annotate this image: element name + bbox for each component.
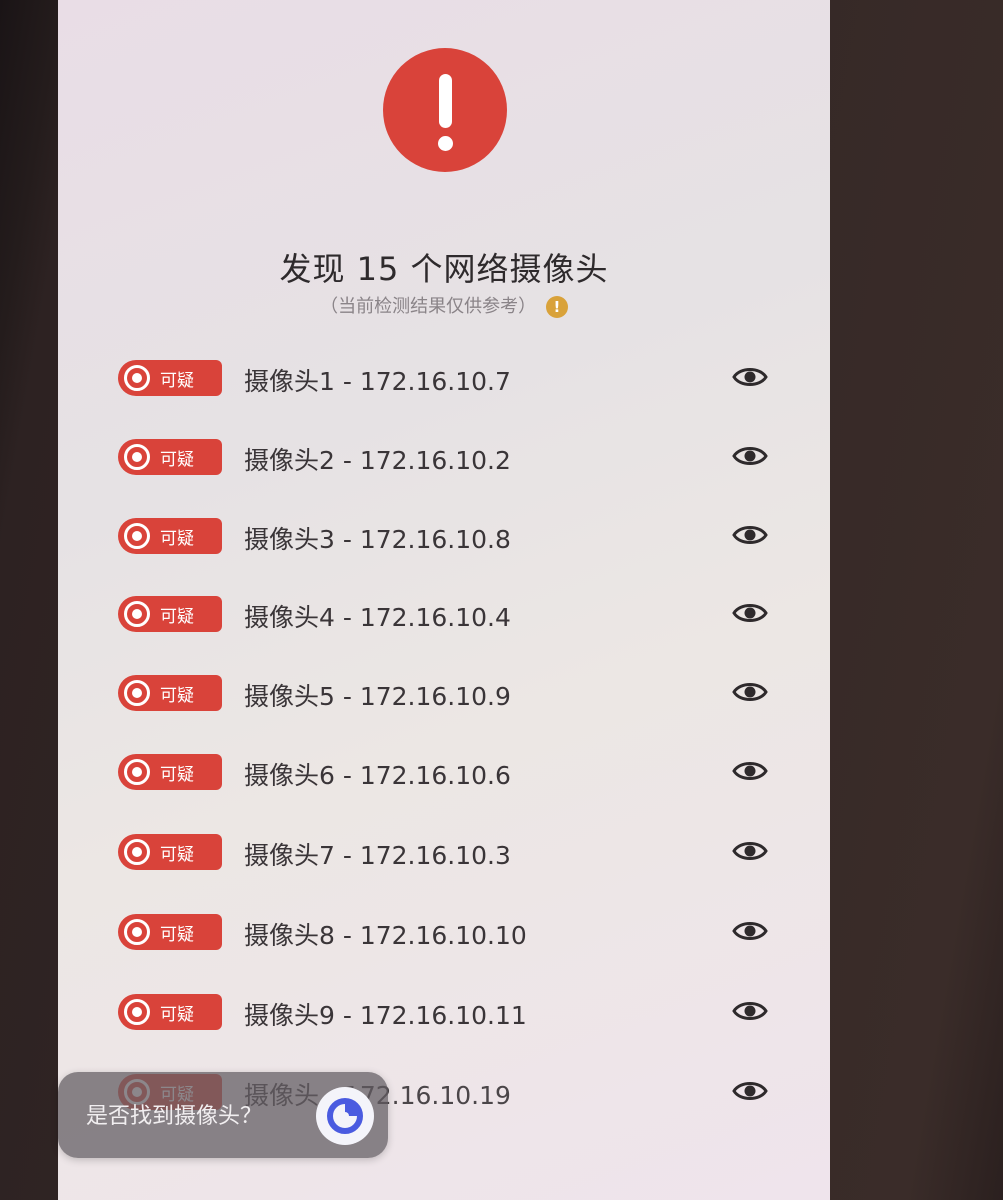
subtitle: （当前检测结果仅供参考） !	[58, 292, 830, 318]
subtitle-text: （当前检测结果仅供参考）	[320, 296, 537, 317]
eye-icon[interactable]	[732, 998, 768, 1024]
camera-label: 摄像头6 - 172.16.10.6	[244, 761, 511, 790]
camera-row[interactable]: 可疑 摄像头2 - 172.16.10.2	[58, 437, 830, 477]
eye-icon[interactable]	[732, 838, 768, 864]
assistant-logo-icon[interactable]	[316, 1087, 374, 1145]
camera-lens-icon	[124, 523, 150, 549]
camera-lens-icon	[124, 919, 150, 945]
camera-label: 摄像头8 - 172.16.10.10	[244, 921, 527, 950]
suspicious-tag-label: 可疑	[160, 924, 194, 945]
camera-lens-icon	[124, 601, 150, 627]
suspicious-tag-label: 可疑	[160, 606, 194, 627]
camera-row[interactable]: 可疑 摄像头1 - 172.16.10.7	[58, 358, 830, 398]
camera-label: 摄像头2 - 172.16.10.2	[244, 446, 511, 475]
camera-row[interactable]: 可疑 摄像头5 - 172.16.10.9	[58, 673, 830, 713]
camera-row[interactable]: 可疑 摄像头7 - 172.16.10.3	[58, 832, 830, 872]
camera-row[interactable]: 可疑 摄像头8 - 172.16.10.10	[58, 912, 830, 952]
app-screen: 发现 15 个网络摄像头 （当前检测结果仅供参考） ! 可疑 摄像头1 - 172…	[58, 0, 830, 1200]
camera-row[interactable]: 可疑 摄像头9 - 172.16.10.11	[58, 992, 830, 1032]
suspicious-tag: 可疑	[118, 834, 222, 870]
suspicious-tag: 可疑	[118, 596, 222, 632]
suspicious-tag-label: 可疑	[160, 370, 194, 391]
suspicious-tag: 可疑	[118, 360, 222, 396]
eye-icon[interactable]	[732, 364, 768, 390]
exclamation-icon	[383, 48, 507, 172]
eye-icon[interactable]	[732, 600, 768, 626]
suspicious-tag: 可疑	[118, 518, 222, 554]
suspicious-tag: 可疑	[118, 914, 222, 950]
suspicious-tag-label: 可疑	[160, 449, 194, 470]
camera-label: 摄像头9 - 172.16.10.11	[244, 1001, 527, 1030]
eye-icon[interactable]	[732, 443, 768, 469]
eye-icon[interactable]	[732, 918, 768, 944]
camera-label: 摄像头1 - 172.16.10.7	[244, 367, 511, 396]
camera-lens-icon	[124, 839, 150, 865]
camera-lens-icon	[124, 444, 150, 470]
suspicious-tag-label: 可疑	[160, 764, 194, 785]
suspicious-tag: 可疑	[118, 754, 222, 790]
helper-text: 是否找到摄像头？	[86, 1104, 263, 1129]
eye-icon[interactable]	[732, 679, 768, 705]
suspicious-tag-label: 可疑	[160, 844, 194, 865]
suspicious-tag-label: 可疑	[160, 1004, 194, 1025]
floating-helper-bubble[interactable]: 是否找到摄像头？	[58, 1072, 388, 1158]
camera-label: 摄像头3 - 172.16.10.8	[244, 525, 511, 554]
suspicious-tag: 可疑	[118, 439, 222, 475]
suspicious-tag-label: 可疑	[160, 685, 194, 706]
camera-label: 摄像头7 - 172.16.10.3	[244, 841, 511, 870]
suspicious-tag: 可疑	[118, 994, 222, 1030]
camera-row[interactable]: 可疑 摄像头4 - 172.16.10.4	[58, 594, 830, 634]
suspicious-tag-label: 可疑	[160, 528, 194, 549]
camera-label: 摄像头4 - 172.16.10.4	[244, 603, 511, 632]
info-icon[interactable]: !	[545, 296, 568, 318]
camera-lens-icon	[124, 365, 150, 391]
suspicious-tag: 可疑	[118, 675, 222, 711]
camera-lens-icon	[124, 999, 150, 1025]
eye-icon[interactable]	[732, 1078, 768, 1104]
page-title: 发现 15 个网络摄像头	[279, 250, 609, 288]
camera-lens-icon	[124, 759, 150, 785]
eye-icon[interactable]	[732, 758, 768, 784]
eye-icon[interactable]	[732, 522, 768, 548]
camera-lens-icon	[124, 680, 150, 706]
camera-row[interactable]: 可疑 摄像头3 - 172.16.10.8	[58, 516, 830, 556]
camera-label: 摄像头5 - 172.16.10.9	[244, 682, 511, 711]
camera-row[interactable]: 可疑 摄像头6 - 172.16.10.6	[58, 752, 830, 792]
